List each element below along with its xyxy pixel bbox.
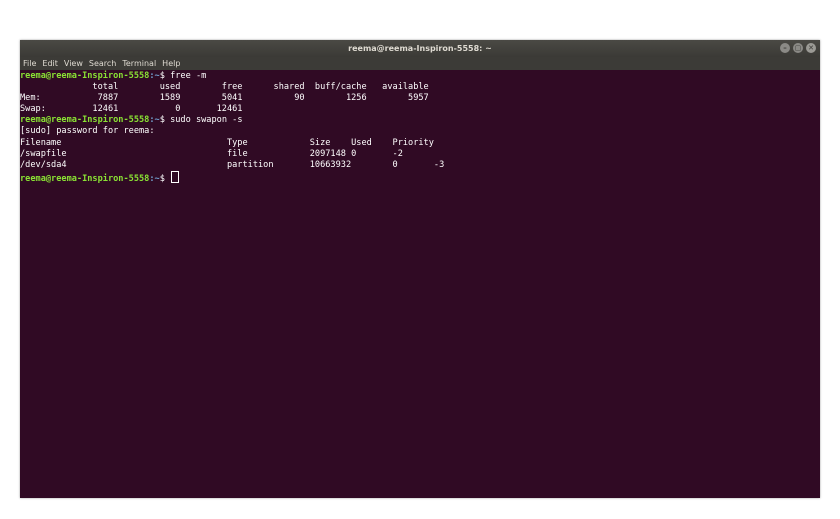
command-line-free: reema@reema-Inspiron-5558:~$ free -m [20, 71, 820, 82]
sudo-password-prompt: [sudo] password for reema: [20, 126, 155, 137]
swap-table-row: /swapfile file 2097148 0 -2 [20, 148, 403, 159]
menu-search[interactable]: Search [89, 59, 116, 68]
prompt-user: reema@reema-Inspiron-5558 [20, 71, 150, 81]
maximize-icon[interactable]: ▢ [793, 43, 803, 53]
menu-file[interactable]: File [23, 59, 36, 68]
prompt-symbol: $ [159, 71, 171, 81]
window-controls: – ▢ ✕ [780, 43, 816, 53]
prompt-user: reema@reema-Inspiron-5558 [20, 115, 150, 126]
menu-edit[interactable]: Edit [42, 59, 58, 68]
command-line-swapon: reema@reema-Inspiron-5558:~$ sudo swapon… [20, 115, 820, 126]
minimize-icon[interactable]: – [780, 43, 790, 53]
title-bar[interactable]: reema@reema-Inspiron-5558: ~ – ▢ ✕ [20, 40, 820, 57]
terminal-window: reema@reema-Inspiron-5558: ~ – ▢ ✕ File … [20, 40, 820, 498]
prompt-path: :~ [149, 115, 160, 126]
free-mem-row: Mem: 7887 1589 5041 90 1256 5957 [20, 93, 429, 104]
close-icon[interactable]: ✕ [806, 43, 816, 53]
menu-terminal[interactable]: Terminal [122, 59, 156, 68]
command-line-current: reema@reema-Inspiron-5558:~$ [20, 170, 820, 184]
prompt-path: :~ [149, 71, 160, 81]
free-header: total used free shared buff/cache availa… [20, 82, 429, 93]
text-cursor [171, 170, 180, 183]
menu-view[interactable]: View [64, 59, 83, 68]
menu-help[interactable]: Help [162, 59, 180, 68]
prompt-path: :~ [149, 173, 160, 184]
prompt-symbol: $ [159, 173, 171, 184]
window-title: reema@reema-Inspiron-5558: ~ [348, 44, 492, 53]
free-swap-row: Swap: 12461 0 12461 [20, 104, 243, 115]
prompt-user: reema@reema-Inspiron-5558 [20, 173, 150, 184]
prompt-symbol: $ [159, 115, 171, 126]
swap-table-row: /dev/sda4 partition 10663932 0 -3 [20, 159, 445, 170]
terminal-output[interactable]: reema@reema-Inspiron-5558:~$ free -m tot… [20, 71, 820, 498]
command-text: free -m [170, 71, 207, 81]
command-text: sudo swapon -s [170, 115, 243, 126]
swap-table-header: Filename Type Size Used Priority [20, 137, 434, 148]
menu-bar: File Edit View Search Terminal Help [20, 57, 820, 70]
